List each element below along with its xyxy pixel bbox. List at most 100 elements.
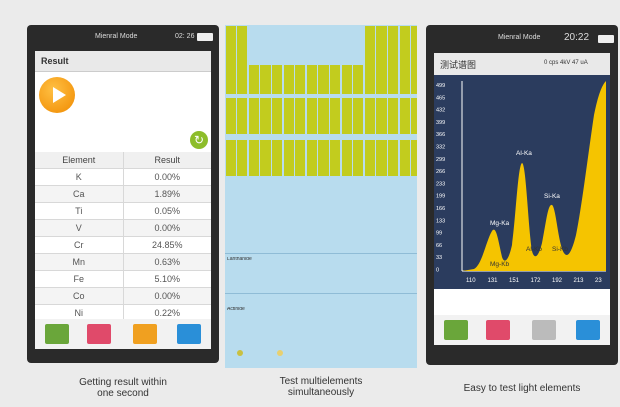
element-cell bbox=[387, 26, 399, 62]
table-row: K 0.00% bbox=[35, 169, 211, 186]
element-cell bbox=[237, 140, 248, 176]
y-tick-label: 299 bbox=[436, 157, 445, 163]
peak-label: Mg-Ka bbox=[490, 220, 510, 227]
result-cell: 0.05% bbox=[154, 206, 181, 216]
element-cell bbox=[411, 182, 417, 218]
element-cell bbox=[307, 182, 317, 218]
element-cell bbox=[364, 98, 376, 134]
home-icon[interactable] bbox=[45, 324, 69, 344]
peak-label: Si-Kb bbox=[552, 246, 568, 253]
spectrum-plot: 499 465 432 399 366 332 299 266 233 199 166 133 99 66… bbox=[434, 75, 610, 289]
table-row: V 0.00% bbox=[35, 220, 211, 237]
spectrum-curve bbox=[462, 81, 606, 271]
y-tick-label: 432 bbox=[436, 108, 445, 114]
element-cell: Cr bbox=[35, 237, 124, 253]
element-cell bbox=[387, 98, 399, 134]
table-header: Element Result bbox=[35, 152, 211, 169]
peak-label: Al-Ka bbox=[516, 150, 532, 157]
caption-result: Getting result within one second bbox=[27, 377, 219, 399]
refresh-icon[interactable]: ↻ bbox=[190, 131, 208, 149]
peak-label: Al-Kb bbox=[526, 246, 542, 253]
y-tick-label: 199 bbox=[436, 194, 445, 200]
y-tick-label: 233 bbox=[436, 181, 445, 187]
element-cell bbox=[318, 182, 328, 218]
spectrum-phone: Mienral Mode 20:22 测试谱图 0 cps 4kV 47 uA … bbox=[426, 25, 618, 365]
y-tick-label: 465 bbox=[436, 95, 445, 101]
element-cell bbox=[306, 140, 318, 176]
caption-line: Getting result within bbox=[79, 377, 167, 388]
y-tick-label: 499 bbox=[436, 83, 445, 89]
element-cell bbox=[225, 26, 236, 62]
element-cell bbox=[260, 182, 270, 218]
chart-icon[interactable] bbox=[576, 320, 600, 340]
element-cell bbox=[376, 98, 387, 134]
element-cell bbox=[353, 182, 363, 218]
element-cell bbox=[353, 140, 364, 176]
element-cell bbox=[237, 58, 248, 94]
element-cell bbox=[283, 98, 294, 134]
start-test-button[interactable] bbox=[39, 77, 75, 113]
mode-label: Mienral Mode bbox=[95, 33, 138, 40]
y-tick-label: 366 bbox=[436, 132, 445, 138]
element-cell bbox=[376, 58, 387, 94]
result-cell: 1.89% bbox=[154, 189, 181, 199]
table-row: Ca 1.89% bbox=[35, 186, 211, 203]
empty-cell bbox=[341, 25, 353, 65]
lanthanide-label: Lanthanide bbox=[227, 257, 252, 261]
element-cell bbox=[225, 140, 236, 176]
bottom-nav bbox=[434, 315, 610, 345]
element-cell bbox=[411, 58, 417, 94]
element-cell bbox=[318, 140, 329, 176]
spectrum-icon[interactable] bbox=[532, 320, 556, 340]
result-cell: 24.85% bbox=[151, 240, 183, 250]
empty-cell bbox=[259, 25, 272, 65]
battery-icon bbox=[197, 33, 213, 41]
element-cell bbox=[237, 182, 247, 218]
x-tick-label: 192 bbox=[552, 278, 563, 284]
page-title: 测试谱图 bbox=[440, 60, 477, 70]
report-icon[interactable] bbox=[486, 320, 510, 340]
caption-line: Easy to test light elements bbox=[463, 383, 581, 394]
table-row: Co 0.00% bbox=[35, 288, 211, 305]
result-screen: Result ↻ Element Result K 0.00% Ca 1.89% Ti 0… bbox=[35, 51, 211, 349]
empty-cell bbox=[352, 25, 365, 65]
header-result: Result bbox=[154, 155, 180, 165]
caption-line: one second bbox=[97, 388, 149, 399]
chart-icon[interactable] bbox=[177, 324, 201, 344]
element-cell bbox=[411, 26, 417, 62]
element-cell bbox=[295, 182, 305, 218]
actinide-row bbox=[225, 293, 417, 294]
empty-cell bbox=[294, 25, 307, 65]
report-icon[interactable] bbox=[87, 324, 111, 344]
element-cell bbox=[260, 98, 271, 134]
caption-multi: Test multielements simultaneously bbox=[225, 376, 417, 398]
x-tick-label: 131 bbox=[488, 278, 499, 284]
element-cell bbox=[272, 182, 282, 218]
lanthanide-row bbox=[225, 253, 417, 254]
element-cell bbox=[399, 58, 410, 94]
element-cell bbox=[353, 98, 364, 134]
y-tick-label: 133 bbox=[436, 218, 445, 224]
result-cell: 0.00% bbox=[154, 172, 181, 182]
battery-icon bbox=[598, 35, 614, 43]
element-cell: Ti bbox=[35, 203, 124, 219]
y-tick-label: 266 bbox=[436, 169, 445, 175]
peak-label: Mg-Kb bbox=[490, 261, 510, 268]
element-cell bbox=[226, 182, 236, 218]
result-cell: 5.10% bbox=[154, 274, 181, 284]
result-cell: 0.63% bbox=[154, 257, 181, 267]
spectrum-icon[interactable] bbox=[133, 324, 157, 344]
element-cell bbox=[260, 140, 271, 176]
element-cell bbox=[248, 98, 260, 134]
home-icon[interactable] bbox=[444, 320, 468, 340]
empty-cell bbox=[283, 25, 295, 65]
element-cell bbox=[271, 98, 283, 134]
element-cell bbox=[249, 182, 259, 218]
element-cell: Fe bbox=[35, 271, 124, 287]
element-cell: K bbox=[35, 169, 124, 185]
element-cell bbox=[411, 140, 417, 176]
element-cell bbox=[237, 98, 248, 134]
title-bar: Result bbox=[35, 51, 211, 72]
element-cell: V bbox=[35, 220, 124, 236]
element-cell: Mn bbox=[35, 254, 124, 270]
